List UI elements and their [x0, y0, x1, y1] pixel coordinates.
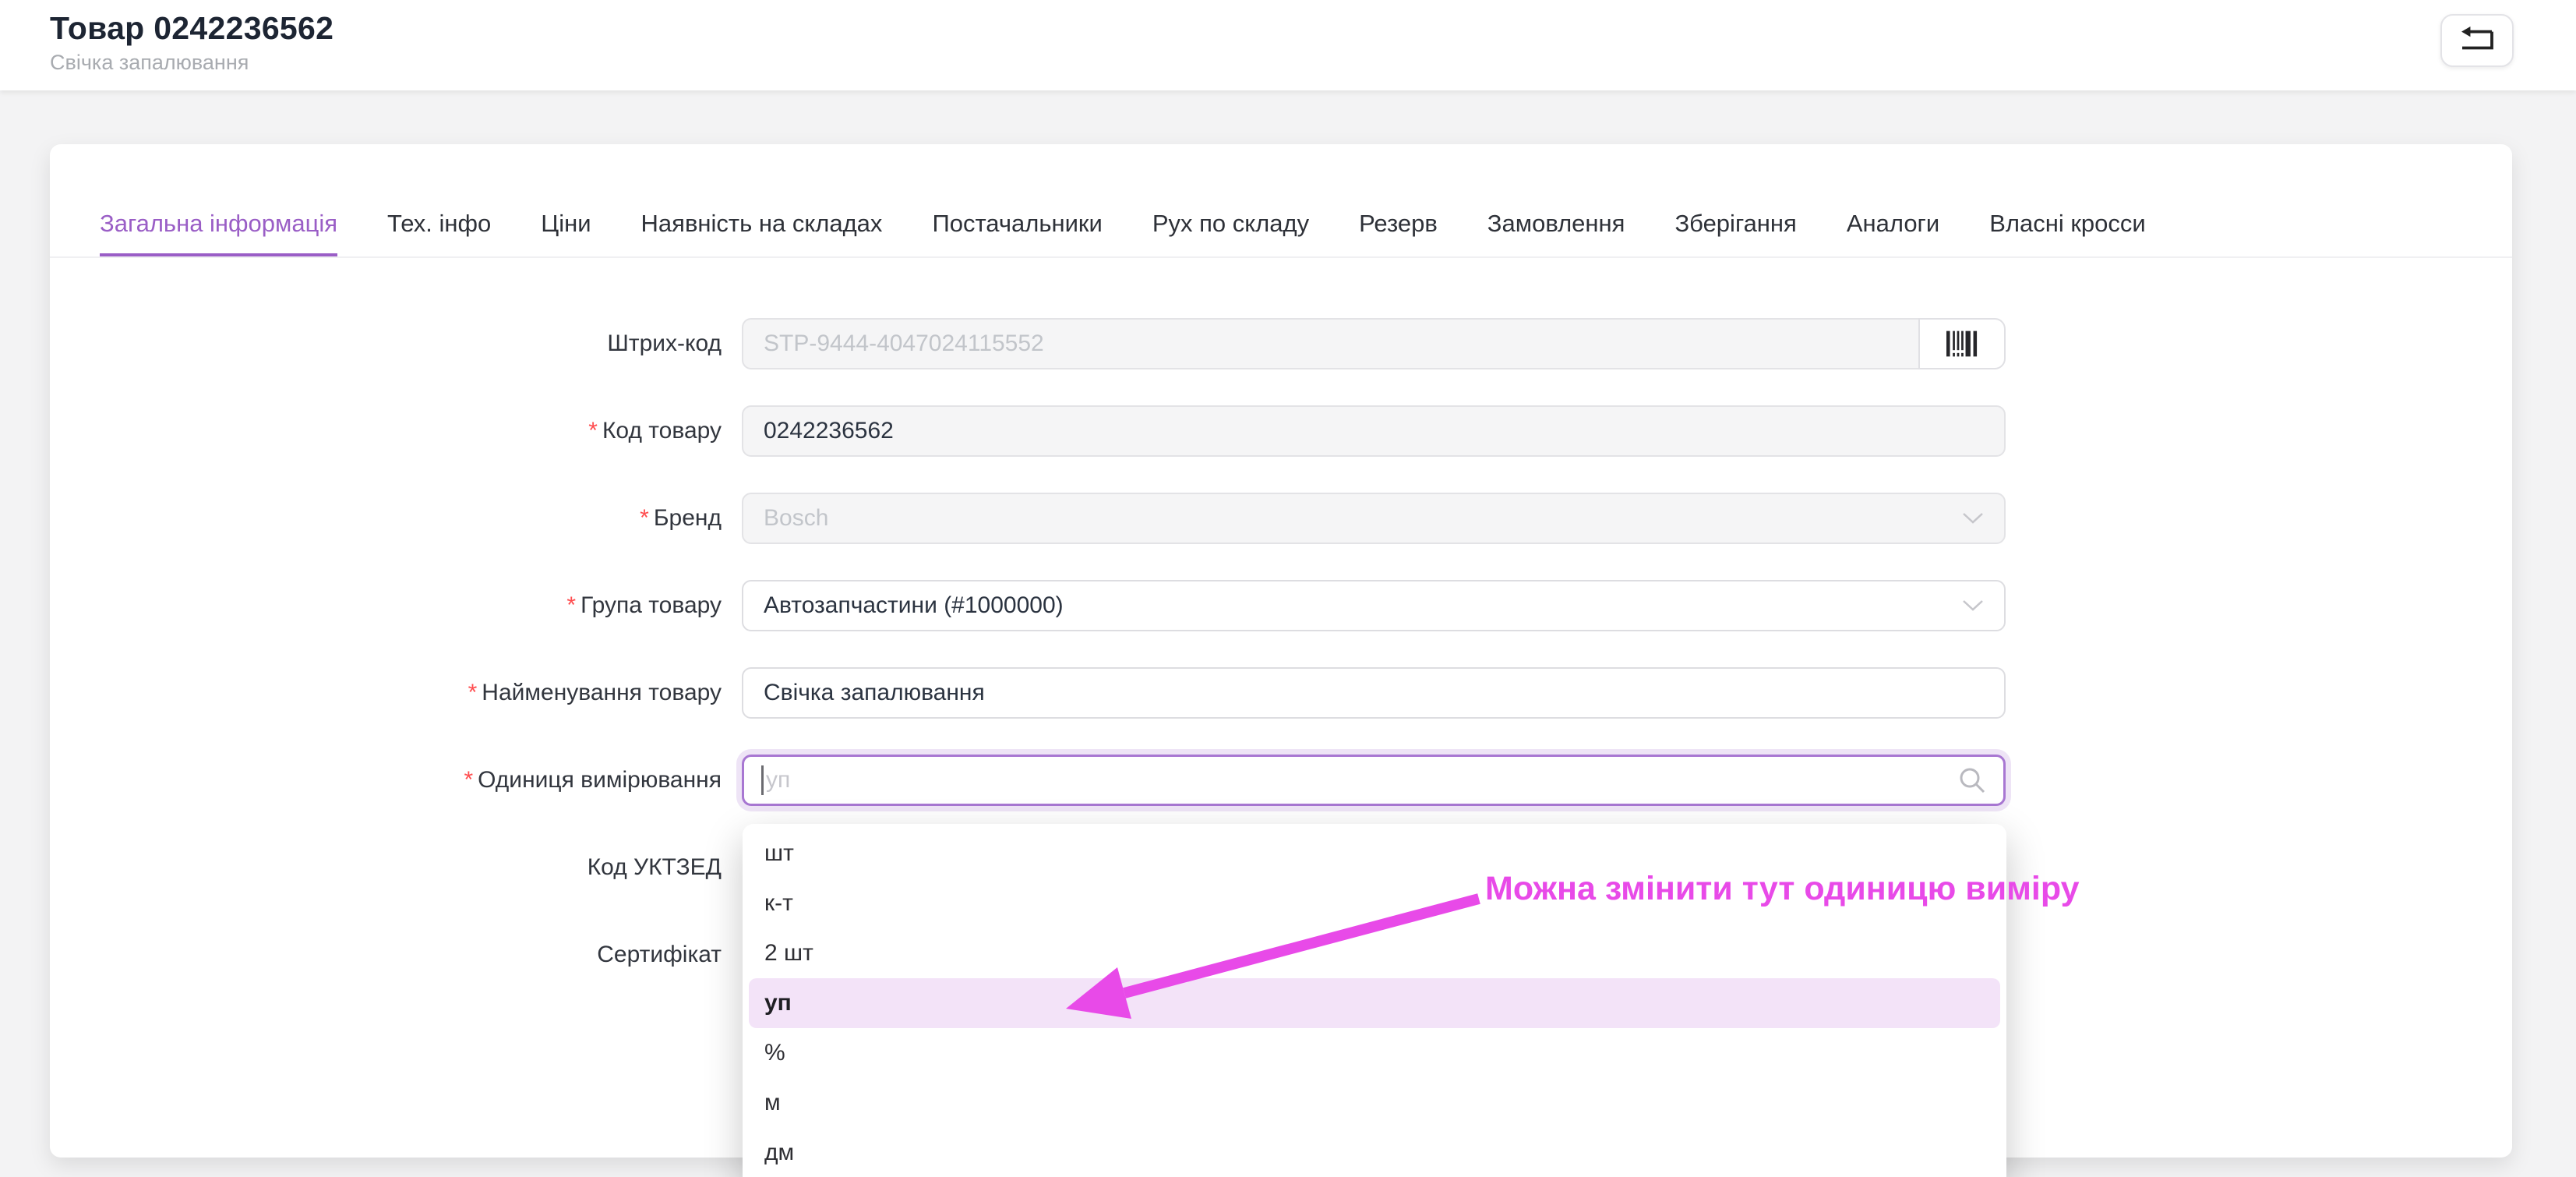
tab-general-info[interactable]: Загальна інформація [100, 210, 338, 256]
unit-select[interactable]: уп [742, 755, 2006, 806]
form-row-brand: * Бренд Bosch [50, 475, 2512, 562]
group-select[interactable]: Автозапчастини (#1000000) [742, 580, 2006, 631]
group-value: Автозапчастини (#1000000) [764, 592, 1064, 618]
barcode-value: STP-9444-4047024115552 [764, 330, 1044, 356]
barcode-input: STP-9444-4047024115552 [742, 318, 1918, 369]
tab-suppliers[interactable]: Постачальники [932, 210, 1102, 256]
barcode-label: Штрих-код [607, 330, 722, 356]
product-code-input: 0242236562 [742, 405, 2006, 457]
brand-select: Bosch [742, 493, 2006, 544]
brand-value: Bosch [764, 505, 829, 531]
header-text: Товар 0242236562 Свічка запалювання [50, 10, 333, 75]
tab-bar: Загальна інформація Тех. інфо Ціни Наявн… [50, 144, 2512, 256]
tab-orders[interactable]: Замовлення [1487, 210, 1625, 256]
product-code-value: 0242236562 [764, 418, 894, 444]
product-code-label: * Код товару [588, 418, 722, 444]
barcode-group: STP-9444-4047024115552 [742, 318, 2006, 369]
chevron-down-icon [1962, 599, 1984, 612]
return-button[interactable] [2440, 14, 2514, 67]
page-title: Товар 0242236562 [50, 10, 334, 46]
dropdown-option-dm[interactable]: дм [743, 1128, 2006, 1177]
form-row-barcode: Штрих-код STP-9444-4047024115552 [50, 300, 2512, 387]
chevron-down-icon [1962, 512, 1984, 525]
tab-warehouse-movement[interactable]: Рух по складу [1152, 210, 1309, 256]
uktzed-label: Код УКТЗЕД [587, 854, 722, 880]
tab-prices[interactable]: Ціни [541, 210, 591, 256]
dropdown-option-2sht[interactable]: 2 шт [743, 928, 2006, 978]
dropdown-option-percent[interactable]: % [743, 1028, 2006, 1078]
group-label: * Група товару [566, 592, 722, 618]
tab-divider [50, 256, 2512, 258]
search-icon [1958, 766, 1986, 794]
page-subtitle: Свічка запалювання [50, 51, 249, 74]
barcode-scan-button[interactable] [1918, 318, 2006, 369]
name-value: Свічка запалювання [764, 680, 985, 705]
dropdown-option-up-selected[interactable]: уп [749, 978, 2000, 1028]
tab-stock-availability[interactable]: Наявність на складах [641, 210, 883, 256]
certificate-label: Сертифікат [597, 942, 722, 967]
required-asterisk: * [588, 418, 598, 444]
required-asterisk: * [464, 767, 474, 793]
required-asterisk: * [640, 505, 649, 531]
return-icon [2459, 26, 2495, 55]
form-row-name: * Найменування товару Свічка запалювання [50, 649, 2512, 737]
annotation-text: Можна змінити тут одиницю виміру [1485, 870, 2080, 907]
dropdown-option-m[interactable]: м [743, 1078, 2006, 1128]
form-row-group: * Група товару Автозапчастини (#1000000) [50, 562, 2512, 649]
tab-tech-info[interactable]: Тех. інфо [387, 210, 491, 256]
tab-analogs[interactable]: Аналоги [1847, 210, 1939, 256]
name-input[interactable]: Свічка запалювання [742, 667, 2006, 719]
text-cursor [761, 765, 764, 795]
brand-label: * Бренд [640, 505, 722, 531]
form-row-product-code: * Код товару 0242236562 [50, 387, 2512, 475]
unit-placeholder: уп [766, 767, 791, 793]
tab-reserve[interactable]: Резерв [1359, 210, 1438, 256]
page-header: Товар 0242236562 Свічка запалювання [0, 0, 2576, 90]
form-row-unit: * Одиниця вимірювання уп [50, 737, 2512, 824]
page: Товар 0242236562 Свічка запалювання Зага… [0, 0, 2576, 1177]
barcode-icon [1946, 330, 1978, 357]
name-label: * Найменування товару [468, 680, 722, 705]
required-asterisk: * [468, 680, 478, 705]
unit-label: * Одиниця вимірювання [464, 767, 722, 793]
tab-storage[interactable]: Зберігання [1674, 210, 1796, 256]
tab-own-crosses[interactable]: Власні кросси [1989, 210, 2146, 256]
required-asterisk: * [566, 592, 577, 618]
